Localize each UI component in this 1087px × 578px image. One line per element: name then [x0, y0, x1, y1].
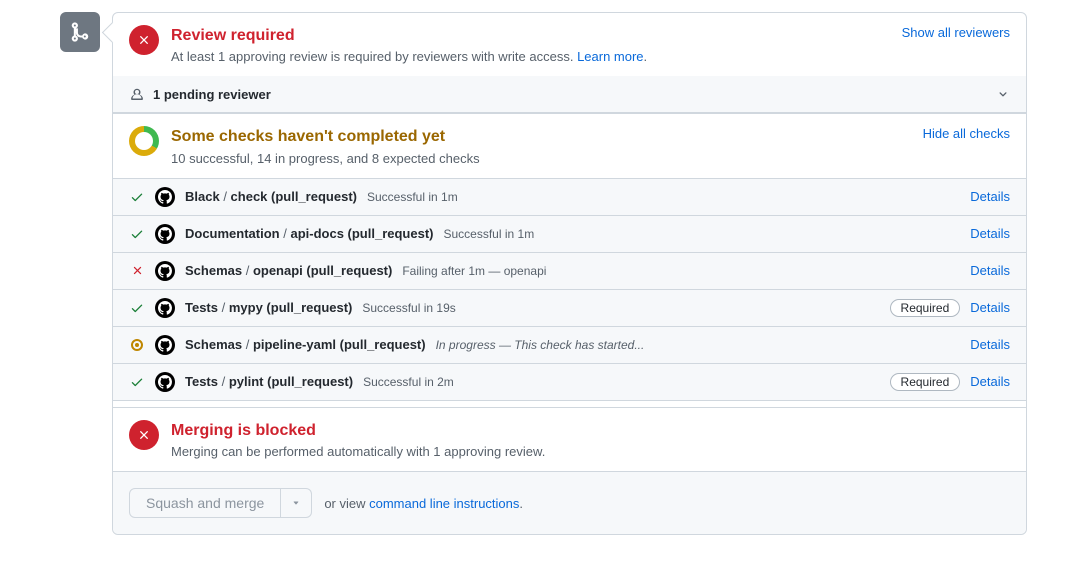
learn-more-link[interactable]: Learn more	[577, 49, 643, 64]
progress-dot-icon	[131, 339, 143, 351]
person-icon	[129, 86, 145, 102]
check-status-icon	[129, 227, 145, 241]
check-details-link[interactable]: Details	[970, 263, 1010, 278]
merge-hint: or view command line instructions.	[324, 496, 523, 511]
merge-hint-post: .	[519, 496, 523, 511]
merging-blocked-subtitle: Merging can be performed automatically w…	[171, 444, 1010, 459]
github-actions-avatar	[155, 224, 175, 244]
triangle-down-icon	[291, 498, 301, 508]
check-item: Black / check (pull_request) Successful i…	[113, 178, 1026, 215]
check-item: Tests / mypy (pull_request) Successful in…	[113, 289, 1026, 326]
github-actions-avatar	[155, 187, 175, 207]
chevron-down-icon	[996, 87, 1010, 101]
check-item: Documentation / api-docs (pull_request) S…	[113, 215, 1026, 252]
check-status-icon	[129, 339, 145, 351]
required-badge: Required	[890, 373, 961, 391]
github-actions-avatar	[155, 372, 175, 392]
show-reviewers-link[interactable]: Show all reviewers	[902, 25, 1010, 40]
check-status-icon	[129, 301, 145, 315]
check-icon	[130, 227, 144, 241]
check-status-icon	[129, 375, 145, 389]
check-item: Schemas / pipeline-yaml (pull_request) In…	[113, 326, 1026, 363]
check-status-icon	[129, 264, 145, 277]
check-name: Tests / mypy (pull_request)	[185, 300, 352, 315]
github-actions-avatar	[155, 298, 175, 318]
github-actions-avatar	[155, 261, 175, 281]
checks-title: Some checks haven't completed yet	[171, 126, 911, 148]
check-icon	[130, 375, 144, 389]
check-details-link[interactable]: Details	[970, 226, 1010, 241]
check-details-link[interactable]: Details	[970, 337, 1010, 352]
checks-progress-icon	[129, 126, 159, 156]
check-icon	[130, 190, 144, 204]
pending-reviewer-count: 1 pending reviewer	[153, 87, 988, 102]
x-circle-icon	[129, 420, 159, 450]
check-status-text: Successful in 19s	[362, 301, 455, 315]
check-status-text: In progress — This check has started...	[436, 338, 645, 352]
check-status-text: Successful in 2m	[363, 375, 454, 389]
check-name: Schemas / openapi (pull_request)	[185, 263, 392, 278]
squash-and-merge-button[interactable]: Squash and merge	[129, 488, 281, 518]
required-badge: Required	[890, 299, 961, 317]
check-status-text: Successful in 1m	[367, 190, 458, 204]
merge-options-dropdown-button[interactable]	[281, 488, 312, 518]
x-icon	[131, 264, 144, 277]
checks-summary: 10 successful, 14 in progress, and 8 exp…	[171, 151, 911, 166]
merge-hint-pre: or view	[324, 496, 369, 511]
check-status-text: Successful in 1m	[444, 227, 535, 241]
check-status-text: Failing after 1m — openapi	[402, 264, 546, 278]
check-name: Schemas / pipeline-yaml (pull_request)	[185, 337, 426, 352]
command-line-instructions-link[interactable]: command line instructions	[369, 496, 519, 511]
check-item: Schemas / openapi (pull_request) Failing …	[113, 252, 1026, 289]
check-name: Documentation / api-docs (pull_request)	[185, 226, 434, 241]
check-details-link[interactable]: Details	[970, 189, 1010, 204]
check-name: Black / check (pull_request)	[185, 189, 357, 204]
review-required-title: Review required	[171, 25, 890, 47]
merge-status-box: Review required At least 1 approving rev…	[112, 12, 1027, 535]
check-status-icon	[129, 190, 145, 204]
x-circle-icon	[129, 25, 159, 55]
check-name: Tests / pylint (pull_request)	[185, 374, 353, 389]
review-subtitle-text: At least 1 approving review is required …	[171, 49, 577, 64]
check-details-link[interactable]: Details	[970, 300, 1010, 315]
check-icon	[130, 301, 144, 315]
check-details-link[interactable]: Details	[970, 374, 1010, 389]
pending-reviewers-row[interactable]: 1 pending reviewer	[113, 76, 1026, 113]
merging-blocked-title: Merging is blocked	[171, 420, 1010, 442]
check-item: Tests / pylint (pull_request) Successful …	[113, 363, 1026, 400]
github-actions-avatar	[155, 335, 175, 355]
hide-checks-link[interactable]: Hide all checks	[923, 126, 1010, 141]
timeline-merge-icon	[60, 12, 100, 52]
review-required-subtitle: At least 1 approving review is required …	[171, 49, 890, 64]
